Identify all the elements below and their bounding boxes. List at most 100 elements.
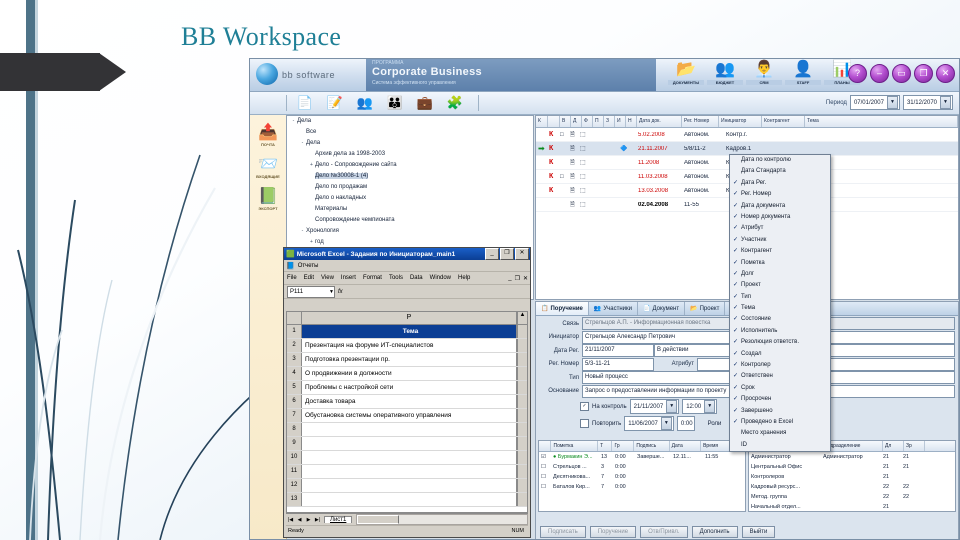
excel-cell[interactable]: О продвижении в должности <box>302 367 517 380</box>
excel-row[interactable]: 9 <box>287 437 527 451</box>
excel-menu-data[interactable]: Data <box>410 275 423 281</box>
excel-cell[interactable] <box>302 493 517 506</box>
menu-item[interactable]: ✓ Дата документа <box>730 201 830 212</box>
chevron-down-icon[interactable]: ▼ <box>886 96 898 109</box>
tab-last-icon[interactable]: ▶| <box>313 517 322 523</box>
contacts-icon[interactable]: 👥 <box>354 94 376 112</box>
participants-table[interactable]: ПометкаТГрПодписьДатаВремяН ☑● Бурмакин … <box>538 440 746 512</box>
sidebar-mail[interactable]: 📤 ПОЧТА <box>250 124 286 147</box>
tab-first-icon[interactable]: |◀ <box>286 517 295 523</box>
menu-item[interactable]: ✓ Резолюция ответств. <box>730 337 830 348</box>
tree-node[interactable]: - Хронология <box>287 226 533 237</box>
excel-row-header[interactable]: 1 <box>287 325 302 338</box>
name-box[interactable]: P111 ▼ <box>287 285 335 298</box>
excel-vscroll-track[interactable] <box>517 465 527 478</box>
repeat-date[interactable]: 11/06/2007 ▼ <box>624 416 674 431</box>
menu-item[interactable]: Место хранения <box>730 428 830 439</box>
excel-minimize-button[interactable]: _ <box>485 248 499 260</box>
tree-node[interactable]: Дело по продажам <box>287 182 533 193</box>
table-column-header[interactable]: Подразделение <box>822 441 883 451</box>
excel-vscroll-track[interactable] <box>517 479 527 492</box>
repeat-checkbox[interactable] <box>580 419 589 428</box>
tree-toggle-icon[interactable]: - <box>299 138 306 149</box>
menu-item[interactable]: ✓ Номер документа <box>730 212 830 223</box>
module-folder-icon[interactable]: 📂 ДОКУМЕНТЫ <box>668 60 704 85</box>
table-row[interactable]: Метод. группа 22 22 <box>749 492 955 502</box>
excel-row-header[interactable]: 13 <box>287 493 302 506</box>
excel-row-header[interactable]: 10 <box>287 451 302 464</box>
excel-vscroll-track[interactable] <box>517 423 527 436</box>
module-team-icon[interactable]: 👨‍💼 CRM <box>746 60 782 85</box>
edit-icon[interactable]: 📝 <box>324 94 346 112</box>
tree-node[interactable]: + Дело - Сопровождение сайта <box>287 160 533 171</box>
excel-menu-insert[interactable]: Insert <box>341 275 356 281</box>
grid-row[interactable]: К □ 🗎 ⬚ 5.02.2008 Автоном. Контр.г. <box>536 128 958 142</box>
menu-item[interactable]: ✓ Завершено <box>730 406 830 417</box>
excel-horizontal-scrollbar[interactable] <box>356 514 528 525</box>
table-row[interactable]: Контролеров 21 <box>749 472 955 482</box>
new-doc-icon[interactable]: 📄 <box>294 94 316 112</box>
row-checkbox[interactable]: ☐ <box>539 484 551 490</box>
excel-select-all-corner[interactable] <box>287 312 302 324</box>
excel-cell[interactable]: Презентация на форуме ИТ-специалистов <box>302 339 517 352</box>
excel-vscroll-track[interactable] <box>517 367 527 380</box>
field-input[interactable]: 21/11/2007 <box>582 344 654 357</box>
excel-vscroll-track[interactable] <box>517 325 527 338</box>
menu-item[interactable]: ✓ Контрагент <box>730 246 830 257</box>
excel-cell[interactable] <box>302 451 517 464</box>
menu-item[interactable]: ✓ Срок <box>730 383 830 394</box>
row-checkbox[interactable]: ☐ <box>539 464 551 470</box>
date-to-combo[interactable]: 31/12/2070 ▼ <box>902 95 953 110</box>
excel-row[interactable]: 13 <box>287 493 527 507</box>
tab-next-icon[interactable]: ▶ <box>304 517 313 523</box>
menu-item[interactable]: ✓ Проект <box>730 280 830 291</box>
table-row[interactable]: ☐ Десятникова... 7 0:00 <box>539 472 745 482</box>
menu-item[interactable]: ✓ Участник <box>730 235 830 246</box>
excel-vscroll-up[interactable]: ▲ <box>517 312 527 324</box>
menu-item[interactable]: ✓ Состояние <box>730 314 830 325</box>
excel-row-header[interactable]: 6 <box>287 395 302 408</box>
grid-column-header[interactable]: В <box>560 116 571 127</box>
reminder-time[interactable]: 12:00 ▼ <box>682 399 718 414</box>
button-Подписать[interactable]: Подписать <box>540 526 586 538</box>
excel-cell[interactable] <box>302 465 517 478</box>
excel-vscroll-track[interactable] <box>517 395 527 408</box>
grid-column-header[interactable] <box>548 116 560 127</box>
excel-menu-format[interactable]: Format <box>363 275 382 281</box>
grid-column-header[interactable]: Н <box>626 116 637 127</box>
field-input[interactable]: 5/3-11-21 <box>582 357 654 371</box>
module-users-icon[interactable]: 👥 БЮДЖЕТ <box>707 60 743 85</box>
table-column-header[interactable]: Пометка <box>551 441 599 451</box>
excel-cell[interactable]: Доставка товара <box>302 395 517 408</box>
chevron-down-icon-5[interactable]: ▼ <box>660 417 672 430</box>
excel-row[interactable]: 11 <box>287 465 527 479</box>
tab-Поручение[interactable]: 📋 Поручение <box>536 302 589 315</box>
tab-Участники[interactable]: 👥 Участники <box>589 302 639 315</box>
tree-toggle-icon[interactable]: - <box>299 226 306 237</box>
grid-column-header[interactable]: Ф <box>582 116 593 127</box>
menu-item[interactable]: ✓ Исполнитель <box>730 326 830 337</box>
excel-row-header[interactable]: 4 <box>287 367 302 380</box>
excel-row-header[interactable]: 7 <box>287 409 302 422</box>
module-person-icon[interactable]: 👤 STAFF <box>785 60 821 85</box>
excel-cell[interactable]: Обустановка системы оперативного управле… <box>302 409 517 422</box>
minimize-button[interactable]: – <box>870 64 889 83</box>
sidebar-excel[interactable]: 📗 ЭКСПОРТ <box>250 188 286 211</box>
excel-row[interactable]: 2 Презентация на форуме ИТ-специалистов <box>287 339 527 353</box>
button-Выйти[interactable]: Выйти <box>741 526 776 538</box>
table-column-header[interactable]: Дл <box>883 441 904 451</box>
tab-Документ[interactable]: 📄 Документ <box>638 302 686 315</box>
table-column-header[interactable] <box>539 441 552 451</box>
excel-sheet-area[interactable]: P ▲ 1 Тема 2 Презентация на форуме ИТ-специ… <box>286 311 528 513</box>
grid-column-header[interactable]: Тема <box>805 116 958 127</box>
puzzle-icon[interactable]: 🧩 <box>444 94 466 112</box>
table-row[interactable]: Начальный отдел... 21 <box>749 502 955 511</box>
tab-prev-icon[interactable]: ◀ <box>295 517 304 523</box>
table-row[interactable]: ☐ Баталов Кир... 7 0:00 <box>539 482 745 492</box>
table-column-header[interactable]: Время <box>701 441 731 451</box>
excel-column-p[interactable]: P <box>302 312 517 324</box>
excel-row[interactable]: 1 Тема <box>287 325 527 339</box>
excel-menu-tools[interactable]: Tools <box>389 275 403 281</box>
excel-row[interactable]: 3 Подготовка презентации пр. <box>287 353 527 367</box>
excel-doc-window-buttons[interactable]: _ ❐ ✕ <box>508 275 528 282</box>
